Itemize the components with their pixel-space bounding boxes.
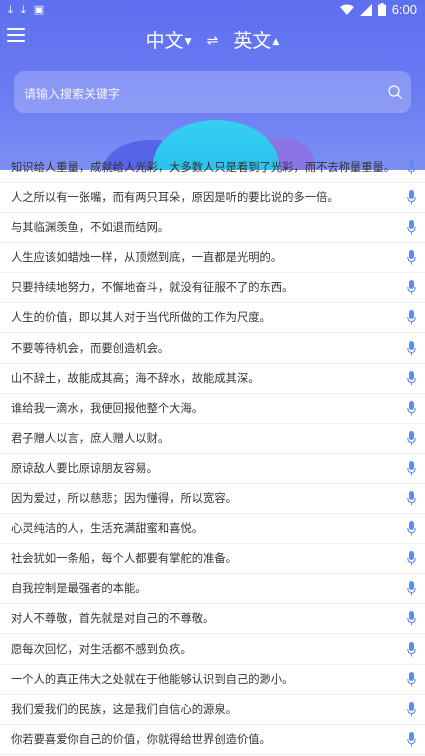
list-item[interactable]: 因为爱过，所以慈悲；因为懂得，所以宽容。 [0,484,425,515]
quote-text: 因为爱过，所以慈悲；因为懂得，所以宽容。 [11,492,237,506]
quote-text: 原谅敌人要比原谅朋友容易。 [11,461,158,475]
status-bar: ⤓ ⤓ ▣ 6:00 [0,0,425,20]
quote-text: 人之所以有一张嘴，而有两只耳朵，原因是听的要比说的多一倍。 [11,191,339,205]
microphone-icon[interactable] [407,731,416,747]
microphone-icon[interactable] [407,521,416,536]
target-language-dropdown[interactable]: 英文▲ [233,26,279,53]
list-item[interactable]: 人生应该如蜡烛一样，从顶燃到底，一直都是光明的。 [0,243,425,274]
quote-text: 心灵纯洁的人，生活充满甜蜜和喜悦。 [11,522,204,536]
list-item[interactable]: 你若要喜爱你自己的价值，你就得给世界创造价值。 [0,725,425,755]
caret-up-icon: ▲ [272,36,280,47]
quote-text: 你若要喜爱你自己的价值，你就得给世界创造价值。 [11,732,271,746]
source-language-dropdown[interactable]: 中文▼ [146,26,192,53]
quote-text: 人生的价值，即以其人对于当代所做的工作为尺度。 [11,311,271,325]
toolbar: 中文▼ ⇌ 英文▲ [0,22,425,56]
list-item[interactable]: 我们爱我们的民族，这是我们自信心的源泉。 [0,695,425,725]
list-item[interactable]: 君子赠人以言，庶人赠人以财。 [0,424,425,454]
download-icon: ⤓ [20,3,26,16]
download-icon: ⤓ [8,3,13,16]
microphone-icon[interactable] [407,190,416,205]
list-item[interactable]: 知识给人重量，成就给人光彩，大多数人只是看到了光彩，而不去称量重量。 [0,155,425,183]
list-item[interactable]: 愿每次回忆，对生活都不感到负疚。 [0,634,425,665]
microphone-icon[interactable] [407,611,416,626]
microphone-icon[interactable] [407,250,416,265]
list-item[interactable]: 人生的价值，即以其人对于当代所做的工作为尺度。 [0,303,425,334]
quote-text: 社会犹如一条船，每个人都要有掌舵的准备。 [11,552,237,566]
list-item[interactable]: 一个人的真正伟大之处就在于他能够认识到自己的渺小。 [0,665,425,695]
language-selector: 中文▼ ⇌ 英文▲ [0,26,425,53]
quote-text: 自我控制是最强者的本能。 [11,582,147,596]
quote-text: 一个人的真正伟大之处就在于他能够认识到自己的渺小。 [11,672,294,686]
microphone-icon[interactable] [407,491,416,506]
quote-text: 不要等待机会，而要创造机会。 [11,341,170,355]
wifi-icon [339,4,354,15]
quote-text: 山不辞土，故能成其高；海不辞水，故能成其深。 [11,371,260,385]
source-language-label: 中文 [145,30,184,52]
clock: 6:00 [391,2,417,17]
microphone-icon[interactable] [407,160,416,175]
quote-text: 知识给人重量，成就给人光彩，大多数人只是看到了光彩，而不去称量重量。 [11,161,396,174]
microphone-icon[interactable] [407,551,416,566]
list-item[interactable]: 与其临渊羡鱼，不如退而结网。 [0,213,425,244]
quote-text: 对人不尊敬，首先就是对自己的不尊敬。 [11,612,215,626]
search-input[interactable]: 请输入搜索关键字 [14,71,411,113]
microphone-icon[interactable] [407,220,416,235]
quote-text: 人生应该如蜡烛一样，从顶燃到底，一直都是光明的。 [11,251,283,265]
quote-text: 谁给我一滴水，我便回报他整个大海。 [11,401,204,415]
microphone-icon[interactable] [407,671,416,687]
caret-down-icon: ▼ [184,36,192,47]
list-item[interactable]: 对人不尊敬，首先就是对自己的不尊敬。 [0,604,425,635]
battery-icon [377,3,386,16]
quote-text: 我们爱我们的民族，这是我们自信心的源泉。 [11,702,237,716]
microphone-icon[interactable] [407,400,416,416]
header: ⤓ ⤓ ▣ 6:00 中文▼ ⇌ 英文▲ 请输入搜索关键字 [0,0,425,170]
list-item[interactable]: 只要持续地努力，不懈地奋斗，就没有征服不了的东西。 [0,273,425,304]
microphone-icon[interactable] [407,701,416,717]
microphone-icon[interactable] [407,370,416,386]
microphone-icon[interactable] [407,280,416,295]
target-language-label: 英文 [233,30,272,52]
search-placeholder: 请输入搜索关键字 [24,87,121,101]
notification-icon: ▣ [33,3,45,16]
list-item[interactable]: 心灵纯洁的人，生活充满甜蜜和喜悦。 [0,514,425,545]
microphone-icon[interactable] [407,340,416,356]
list-item[interactable]: 人之所以有一张嘴，而有两只耳朵，原因是听的要比说的多一倍。 [0,183,425,214]
quote-text: 与其临渊羡鱼，不如退而结网。 [11,221,170,235]
quote-list: 知识给人重量，成就给人光彩，大多数人只是看到了光彩，而不去称量重量。 人之所以有一… [0,155,425,756]
microphone-icon[interactable] [407,641,416,657]
list-item[interactable]: 社会犹如一条船，每个人都要有掌舵的准备。 [0,544,425,575]
microphone-icon[interactable] [407,310,416,325]
signal-icon [359,3,372,16]
microphone-icon[interactable] [407,430,416,446]
list-item[interactable]: 自我控制是最强者的本能。 [0,574,425,605]
list-item[interactable]: 不要等待机会，而要创造机会。 [0,333,425,364]
microphone-icon[interactable] [407,460,416,476]
quote-text: 愿每次回忆，对生活都不感到负疚。 [11,642,192,656]
microphone-icon[interactable] [407,581,416,596]
list-item[interactable]: 原谅敌人要比原谅朋友容易。 [0,454,425,484]
search-icon[interactable] [387,84,403,100]
swap-languages-button[interactable]: ⇌ [207,33,219,49]
quote-text: 君子赠人以言，庶人赠人以财。 [11,431,170,445]
list-item[interactable]: 谁给我一滴水，我便回报他整个大海。 [0,394,425,424]
list-item[interactable]: 山不辞土，故能成其高；海不辞水，故能成其深。 [0,364,425,394]
quote-text: 只要持续地努力，不懈地奋斗，就没有征服不了的东西。 [11,281,294,295]
